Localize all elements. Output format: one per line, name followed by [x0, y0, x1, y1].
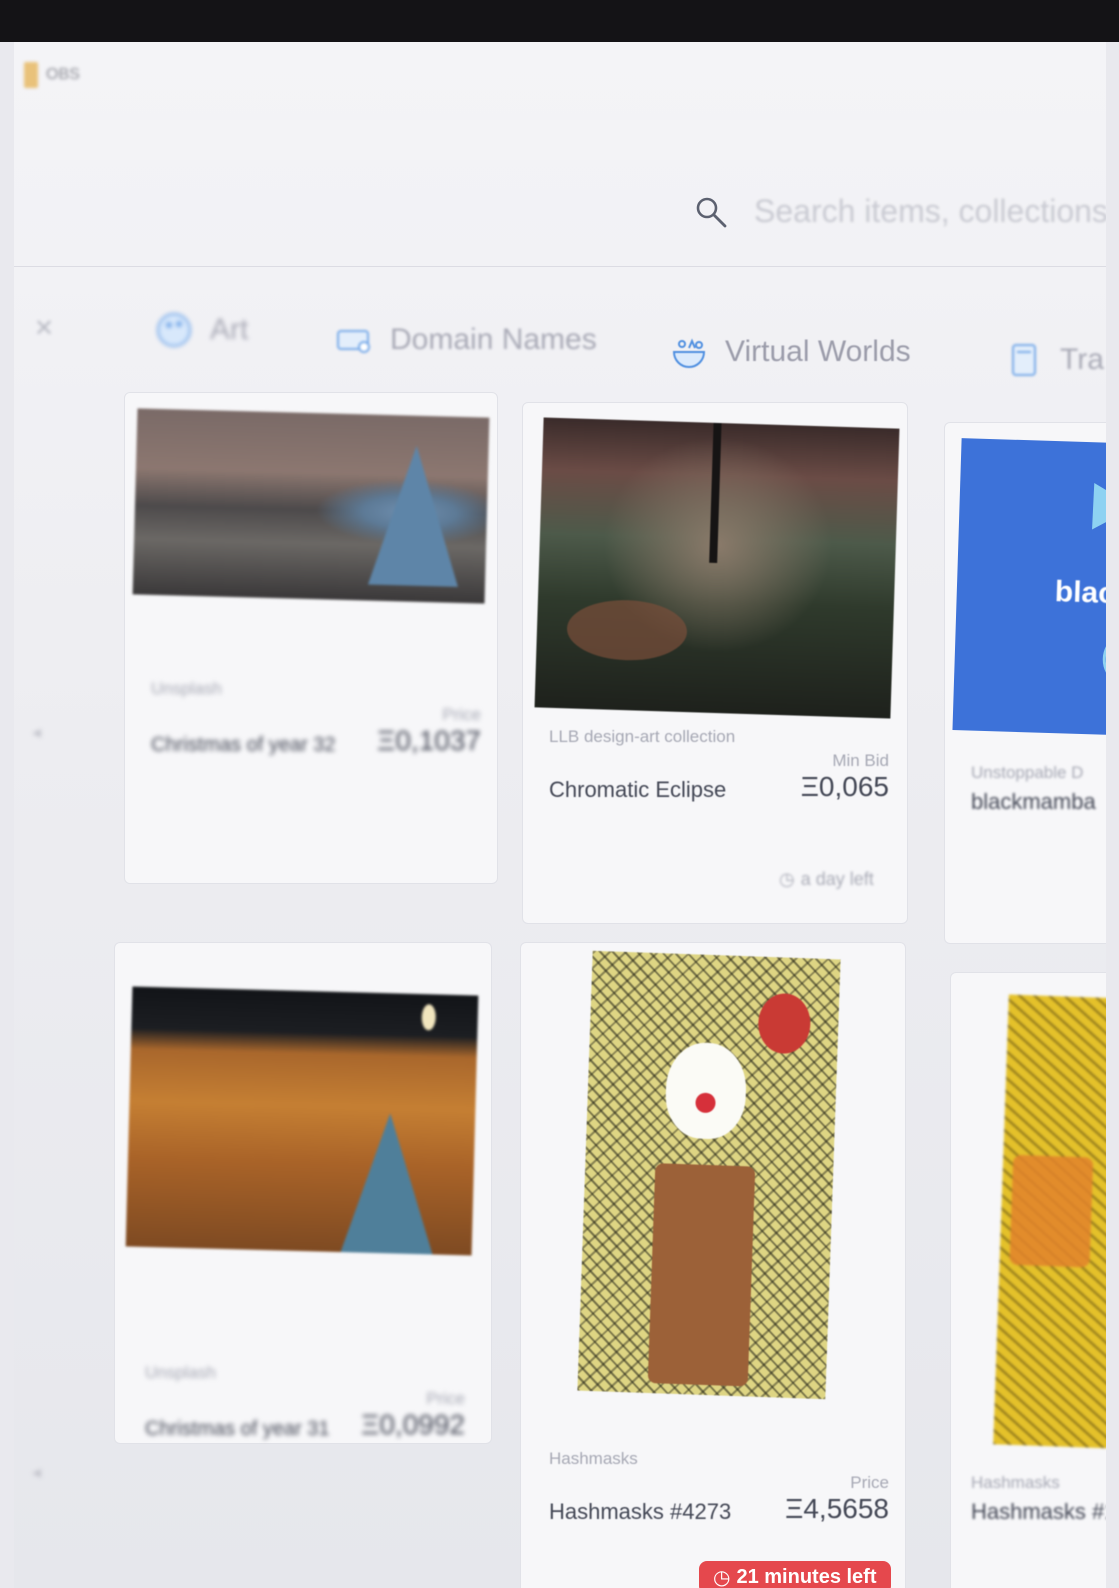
- nft-card[interactable]: blac Unstoppable D blackmamba: [944, 422, 1106, 944]
- collection-name: LLB design-art collection: [549, 727, 736, 746]
- auction-timer-badge: ◷ 21 minutes left: [699, 1561, 891, 1588]
- item-name: Hashmasks #14: [971, 1499, 1106, 1524]
- domain-thumb-text: blac: [1054, 575, 1106, 610]
- category-domain-names[interactable]: Domain Names: [334, 320, 597, 360]
- item-name: Chromatic Eclipse: [549, 777, 727, 802]
- side-marker: ◂: [32, 1462, 42, 1482]
- category-virtual-worlds[interactable]: Virtual Worlds: [669, 332, 911, 372]
- category-label: Tra: [1060, 343, 1104, 376]
- time-left: ◷ a day left: [779, 869, 874, 890]
- category-art[interactable]: Art: [154, 310, 248, 350]
- nft-card[interactable]: Unsplash Christmas of year 31 Price Ξ0,0…: [114, 942, 492, 1444]
- card-meta: Unsplash Christmas of year 31 Price Ξ0,0…: [145, 1363, 465, 1441]
- collection-name: Unsplash: [151, 679, 222, 698]
- category-nav: Art Domain Names Virtual Worlds Tra: [154, 310, 1106, 380]
- nft-card[interactable]: Hashmasks Hashmasks #14: [950, 972, 1106, 1588]
- search-icon: [696, 197, 727, 227]
- price-label: Price: [850, 1473, 889, 1492]
- nft-thumbnail: blac: [952, 438, 1106, 736]
- nft-card[interactable]: Hashmasks Hashmasks #4273 Price Ξ4,5658 …: [520, 942, 906, 1588]
- domain-tag-icon: [337, 330, 370, 353]
- collection-name: Hashmasks: [971, 1473, 1060, 1492]
- trading-cards-icon: [1012, 344, 1036, 376]
- category-label: Domain Names: [390, 323, 597, 356]
- time-left-label: 21 minutes left: [736, 1566, 877, 1588]
- card-meta: LLB design-art collection Chromatic Ecli…: [549, 727, 889, 803]
- virtual-worlds-icon: [672, 338, 706, 368]
- nft-thumbnail: [993, 994, 1106, 1450]
- nft-thumbnail: [125, 986, 479, 1256]
- nft-card[interactable]: LLB design-art collection Chromatic Ecli…: [522, 402, 908, 924]
- search-bar[interactable]: [694, 192, 1106, 231]
- header-divider: [14, 266, 1106, 267]
- item-name: blackmamba: [971, 789, 1096, 814]
- palette-icon: [157, 313, 191, 347]
- search-input[interactable]: [752, 192, 1106, 231]
- monitor-bezel-top: [0, 0, 1119, 42]
- card-meta: Unsplash Christmas of year 32 Price Ξ0,1…: [151, 679, 481, 757]
- card-meta: Unstoppable D blackmamba: [971, 763, 1106, 815]
- category-label: Art: [210, 313, 249, 346]
- nft-thumbnail: [132, 408, 490, 604]
- browser-tab-label: OBS: [46, 66, 80, 83]
- card-meta: Hashmasks Hashmasks #4273 Price Ξ4,5658: [549, 1449, 889, 1525]
- item-price: Ξ0,0992: [361, 1409, 465, 1440]
- item-price: Ξ4,5658: [785, 1493, 889, 1524]
- nft-card[interactable]: Unsplash Christmas of year 32 Price Ξ0,1…: [124, 392, 498, 884]
- card-meta: Hashmasks Hashmasks #14: [971, 1473, 1106, 1525]
- item-name: Christmas of year 31: [145, 1418, 330, 1440]
- collection-name: Unstoppable D: [971, 763, 1084, 782]
- price-label: Min Bid: [832, 751, 889, 770]
- price-label: Price: [442, 705, 481, 724]
- nft-thumbnail: [577, 950, 841, 1400]
- category-label: Virtual Worlds: [725, 335, 911, 368]
- item-name: Hashmasks #4273: [549, 1499, 732, 1524]
- time-left-label: a day left: [800, 869, 874, 889]
- price-label: Price: [426, 1389, 465, 1408]
- clock-icon: ◷: [713, 1567, 731, 1588]
- close-icon[interactable]: ✕: [34, 314, 54, 343]
- marketplace-page: OBS ✕ Art Domain Names: [14, 42, 1106, 1588]
- item-name: Christmas of year 32: [151, 734, 336, 756]
- clock-icon: ◷: [779, 869, 795, 889]
- browser-tab[interactable]: OBS: [24, 62, 80, 88]
- side-marker: ◂: [32, 722, 42, 742]
- nft-thumbnail: [534, 417, 900, 719]
- category-trading-cards[interactable]: Tra: [1004, 340, 1104, 380]
- item-price: Ξ0,065: [800, 771, 889, 802]
- item-price: Ξ0,1037: [377, 725, 481, 756]
- collection-name: Unsplash: [145, 1363, 216, 1382]
- collection-name: Hashmasks: [549, 1449, 638, 1468]
- folder-icon: [24, 62, 38, 88]
